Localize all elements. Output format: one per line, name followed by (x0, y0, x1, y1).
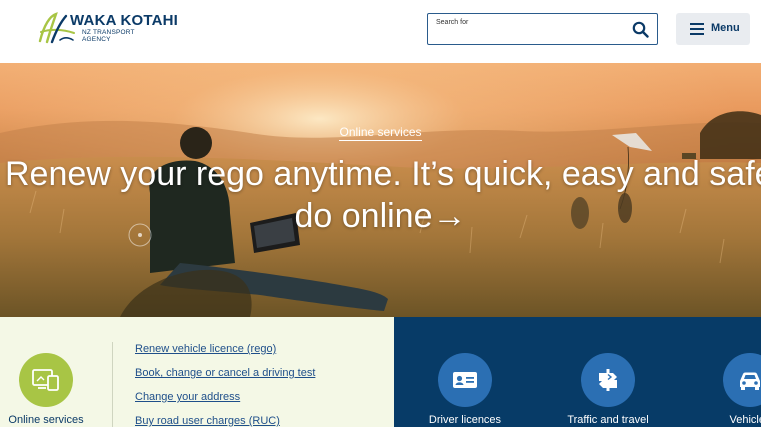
link-renew-rego[interactable]: Renew vehicle licence (rego) (135, 342, 315, 366)
search-input[interactable] (434, 29, 624, 43)
category-driver-licences[interactable] (438, 353, 492, 407)
category-vehicles[interactable] (723, 353, 761, 407)
online-services-links: Renew vehicle licence (rego) Book, chang… (135, 342, 315, 427)
logo-title: WAKA KOTAHI (70, 12, 179, 29)
logo-subtitle-line2: AGENCY (82, 36, 111, 43)
hero-title-line1: Renew your rego anytime. It’s quick, eas… (5, 155, 761, 193)
category-traffic-travel-label[interactable]: Traffic and travel (548, 414, 668, 426)
online-services-panel: Online services Renew vehicle licence (r… (0, 317, 394, 427)
link-change-address[interactable]: Change your address (135, 390, 315, 414)
hero-title-link[interactable]: Renew your rego anytime. It’s quick, eas… (0, 155, 761, 241)
menu-label: Menu (711, 22, 740, 34)
category-traffic-travel[interactable] (581, 353, 635, 407)
waka-kotahi-logo[interactable]: WAKA KOTAHI NZ TRANSPORT AGENCY (38, 11, 178, 45)
category-driver-licences-label[interactable]: Driver licences (405, 414, 525, 426)
hero-title-line2: do online→ (294, 197, 467, 235)
hero-eyebrow-link[interactable]: Online services (0, 125, 761, 141)
hamburger-icon (690, 23, 704, 35)
driver-licence-icon (453, 372, 477, 388)
hero-banner[interactable]: Online services Renew your rego anytime.… (0, 63, 761, 317)
search-label: Search for (436, 19, 469, 26)
online-services-circle[interactable] (19, 353, 73, 407)
category-vehicles-label[interactable]: Vehicles (690, 414, 761, 426)
categories-panel: Driver licences Traffic and travel Vehic… (394, 317, 761, 427)
online-services-label[interactable]: Online services (0, 414, 92, 426)
logo-subtitle-line1: NZ TRANSPORT (82, 29, 135, 36)
services-divider (112, 342, 113, 427)
car-icon (740, 372, 760, 390)
site-header: WAKA KOTAHI NZ TRANSPORT AGENCY Search f… (0, 0, 761, 63)
link-driving-test[interactable]: Book, change or cancel a driving test (135, 366, 315, 390)
search-box: Search for (427, 13, 658, 45)
link-buy-ruc[interactable]: Buy road user charges (RUC) (135, 414, 315, 427)
traffic-sign-icon (599, 369, 617, 391)
menu-button[interactable]: Menu (676, 13, 750, 45)
online-services-icon (32, 369, 59, 391)
hero-eyebrow-text: Online services (339, 125, 422, 141)
search-icon[interactable] (632, 21, 649, 38)
